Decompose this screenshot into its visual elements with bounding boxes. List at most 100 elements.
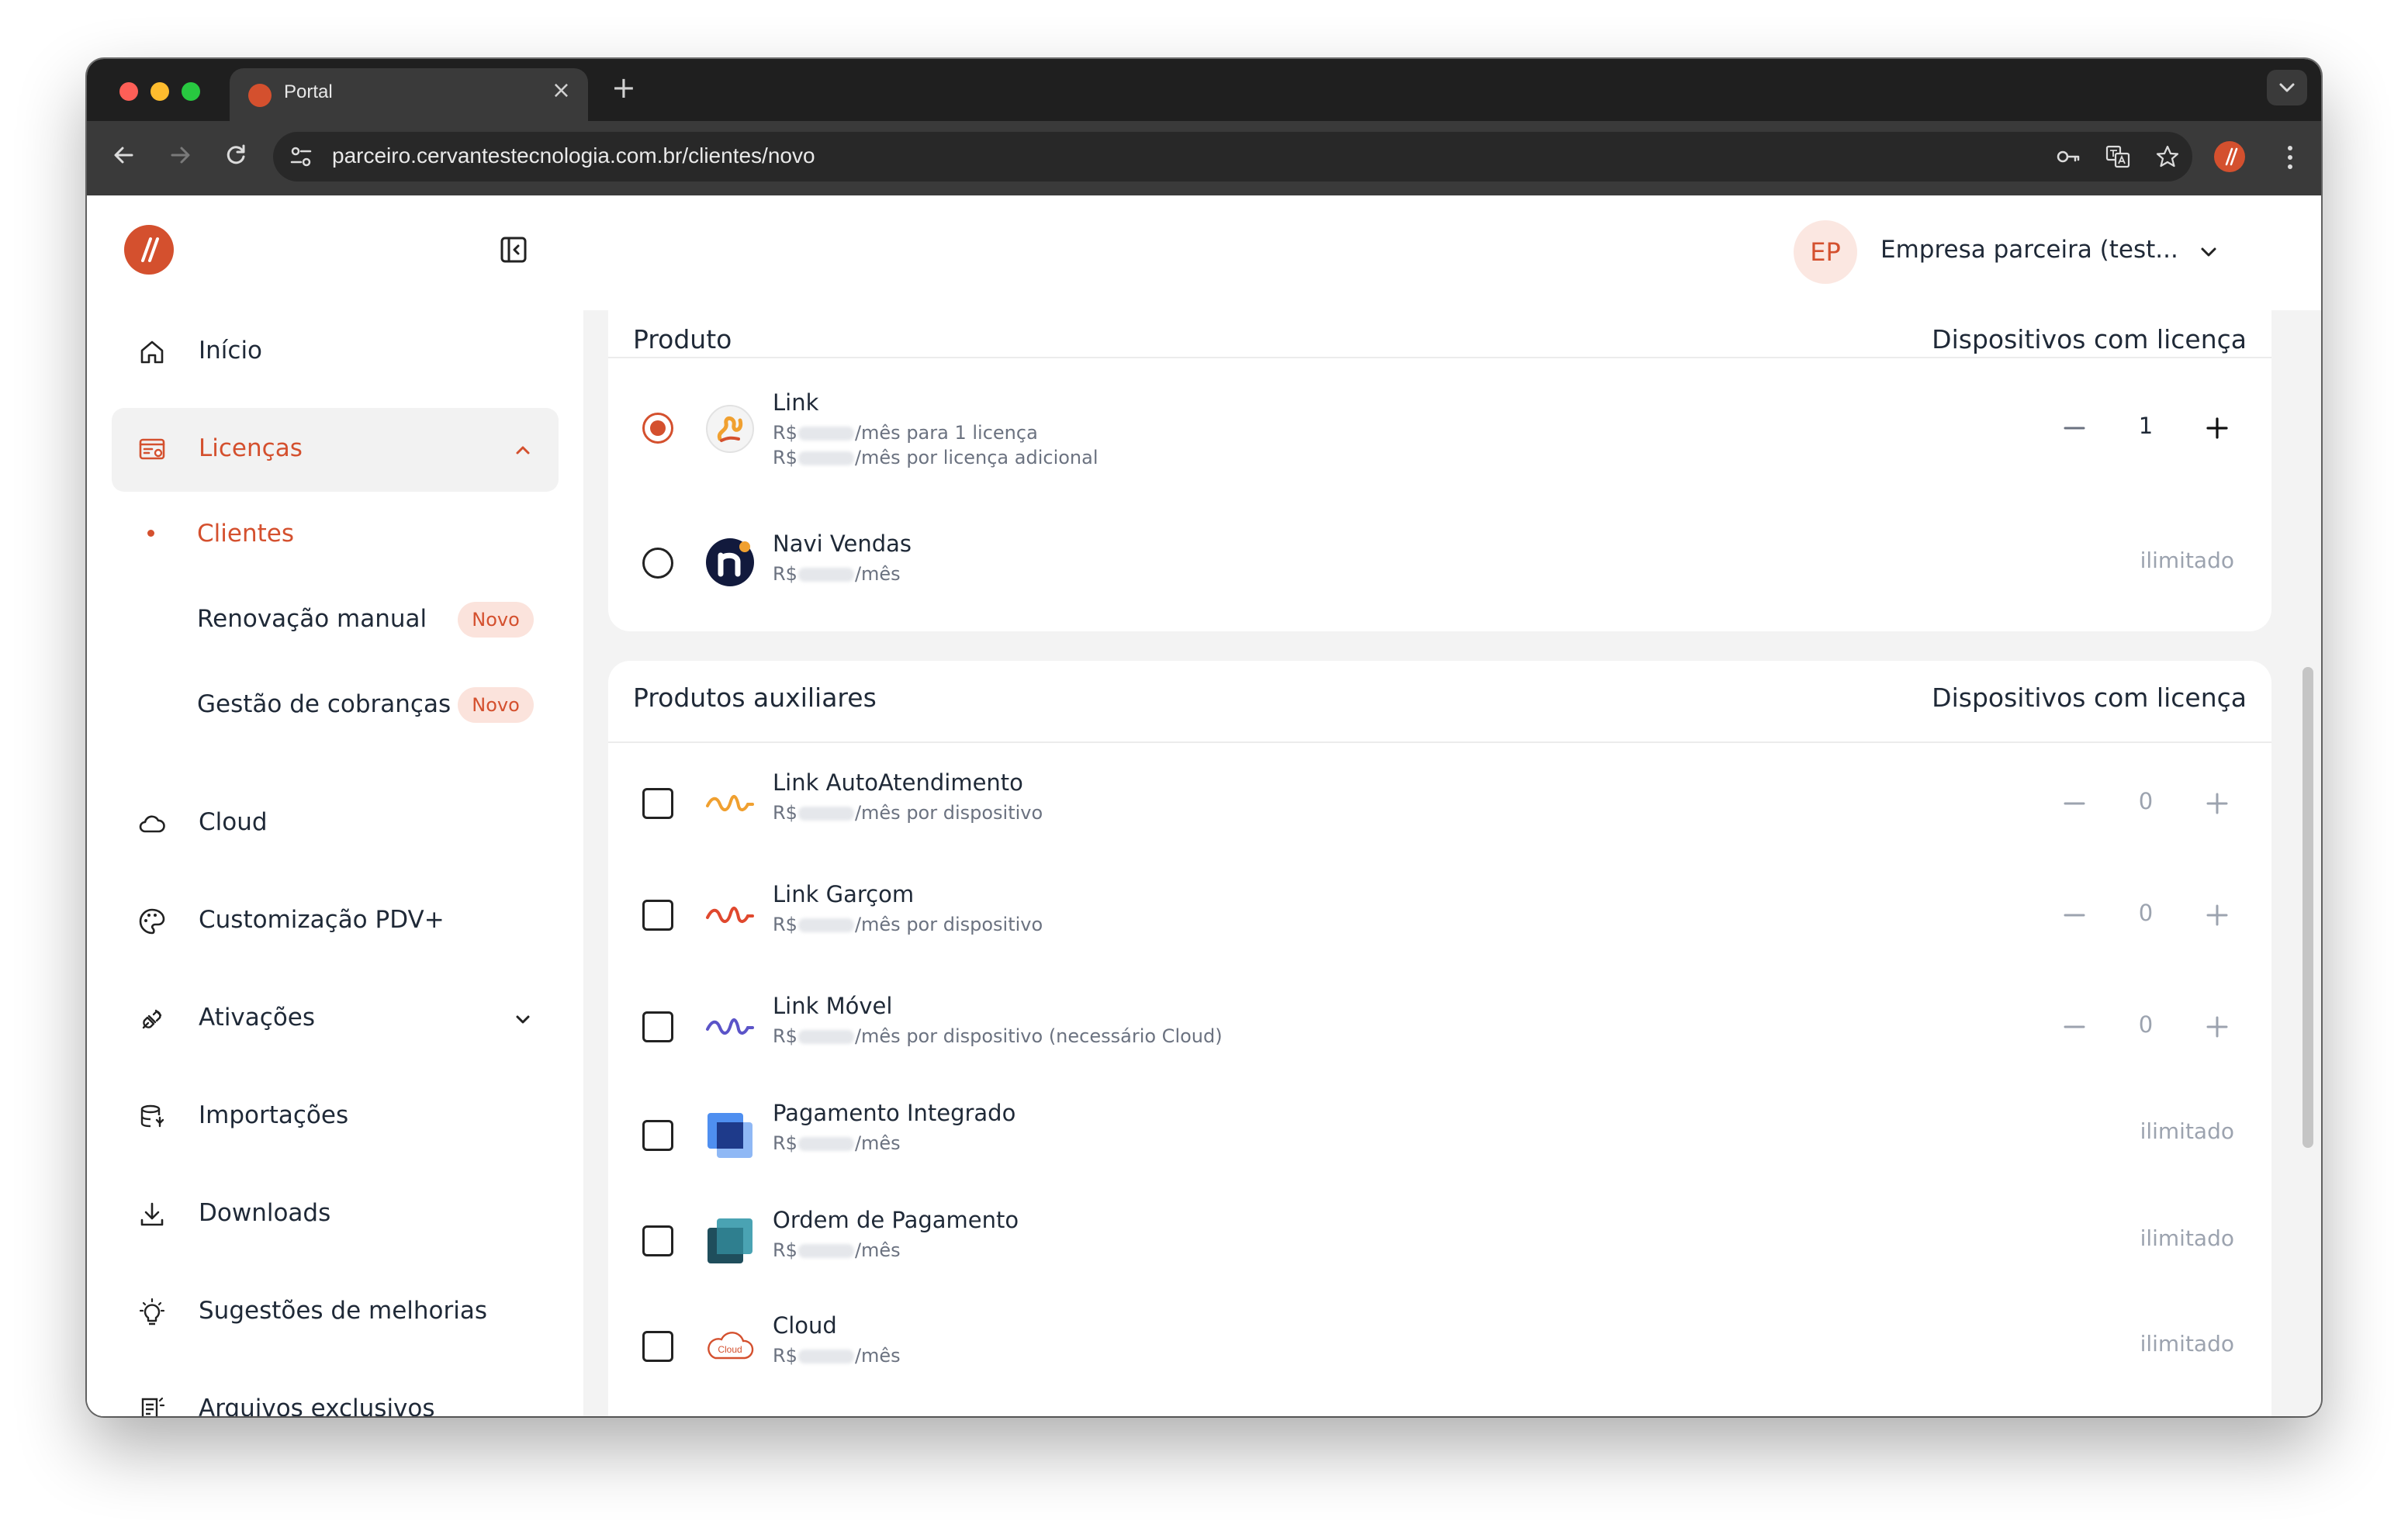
aux-checkbox[interactable] <box>642 1120 673 1151</box>
collapse-sidebar-icon[interactable] <box>498 234 529 265</box>
aux-checkbox[interactable] <box>642 900 673 931</box>
forward-arrow-icon[interactable] <box>163 138 197 172</box>
minimize-window-button[interactable] <box>150 82 169 101</box>
quantity-value: 1 <box>2138 413 2154 439</box>
aux-checkbox[interactable] <box>642 788 673 819</box>
minus-icon[interactable] <box>2060 790 2088 817</box>
sidebar-item-downloads[interactable]: Downloads <box>112 1173 559 1256</box>
link-garcom-logo-icon <box>706 906 754 923</box>
sidebar-item-label: Ativações <box>199 1004 316 1032</box>
browser-menu-icon[interactable] <box>2282 140 2298 175</box>
product-radio-navi-vendas[interactable] <box>642 548 673 579</box>
produto-card: Produto Dispositivos com licença Link R$… <box>608 310 2271 631</box>
sidebar-item-licencas[interactable]: Licenças <box>112 408 559 492</box>
currency-label: R$ <box>773 563 797 585</box>
ordem-pagamento-logo-icon <box>708 1218 752 1263</box>
column-header: Dispositivos com licença <box>1932 683 2247 713</box>
price-suffix: /mês por dispositivo <box>854 802 1043 824</box>
sidebar-subitem-clientes[interactable]: Clientes <box>87 495 583 572</box>
new-tab-button[interactable]: + <box>611 73 636 102</box>
palette-icon <box>139 908 165 935</box>
aux-row-link-autoatendimento[interactable]: Link AutoAtendimento R$ /mês por disposit… <box>608 745 2271 850</box>
aux-row-pagamento-integrado[interactable]: Pagamento Integrado R$ /mês ilimitado <box>608 1077 2271 1182</box>
sidebar-item-ativacoes[interactable]: Ativações <box>112 977 559 1061</box>
sidebar-item-arquivos[interactable]: Arquivos exclusivos <box>112 1368 559 1416</box>
currency-label: R$ <box>773 1025 797 1047</box>
key-icon[interactable] <box>2054 143 2082 171</box>
plus-icon[interactable] <box>2203 901 2231 929</box>
address-toolbar: parceiro.cervantestecnologia.com.br/clie… <box>87 121 2321 195</box>
price-suffix: /mês por dispositivo <box>854 914 1043 935</box>
chevron-up-icon <box>516 446 530 454</box>
chevron-down-icon[interactable] <box>2195 239 2222 265</box>
sidebar-subitem-label: Gestão de cobranças <box>197 690 452 718</box>
blurred-price <box>797 451 854 465</box>
close-window-button[interactable] <box>119 82 138 101</box>
blurred-price <box>797 1030 854 1044</box>
quantity-stepper: 0 <box>2060 780 2231 827</box>
sidebar-item-importacoes[interactable]: Importações <box>112 1075 559 1159</box>
aux-row-link-garcom[interactable]: Link Garçom R$ /mês por dispositivo 0 <box>608 856 2271 962</box>
sidebar-item-label: Customização PDV+ <box>199 906 445 934</box>
aux-checkbox[interactable] <box>642 1225 673 1256</box>
sidebar-item-label: Downloads <box>199 1199 331 1227</box>
avatar[interactable]: EP <box>1794 220 1857 284</box>
sidebar-item-label: Licenças <box>199 434 303 462</box>
site-info-icon[interactable] <box>287 143 315 171</box>
license-icon <box>139 438 165 460</box>
product-row-navi-vendas[interactable]: Navi Vendas R$ /mês ilimitado <box>608 498 2271 622</box>
tab-close-icon[interactable]: × <box>552 79 571 102</box>
cloud-logo-icon: Cloud <box>704 1321 756 1372</box>
tab-search-button[interactable] <box>2267 70 2307 105</box>
currency-label: R$ <box>773 1132 797 1154</box>
sidebar-subitem-gestao-cobrancas[interactable]: Gestão de cobranças Novo <box>87 665 583 743</box>
product-radio-link[interactable] <box>642 413 673 444</box>
price-suffix: /mês <box>854 1239 901 1261</box>
scrollbar[interactable] <box>2298 310 2318 1416</box>
aux-row-cloud[interactable]: Cloud Cloud R$ /mês ilimitado <box>608 1287 2271 1393</box>
maximize-window-button[interactable] <box>182 82 200 101</box>
sidebar-item-cloud[interactable]: Cloud <box>112 782 559 866</box>
home-icon <box>140 340 164 364</box>
extension-portal-icon[interactable] <box>2214 141 2245 172</box>
product-name: Link <box>773 389 819 416</box>
plus-icon[interactable] <box>2203 414 2231 442</box>
bookmark-star-icon[interactable] <box>2154 143 2181 171</box>
aux-row-link-movel[interactable]: Link Móvel R$ /mês por dispositivo (neces… <box>608 968 2271 1073</box>
plus-icon[interactable] <box>2203 1013 2231 1041</box>
logo[interactable] <box>124 225 174 275</box>
minus-icon[interactable] <box>2060 1013 2088 1041</box>
quantity-value: 0 <box>2138 788 2154 814</box>
aux-checkbox[interactable] <box>642 1331 673 1362</box>
tab-portal[interactable]: Portal × <box>230 68 588 121</box>
price-suffix: /mês por dispositivo (necessário Cloud) <box>854 1025 1223 1047</box>
aux-checkbox[interactable] <box>642 1011 673 1042</box>
portal-favicon-icon <box>248 84 272 107</box>
product-name: Cloud <box>773 1312 837 1339</box>
company-selector-label[interactable]: Empresa parceira (test... <box>1880 236 2178 264</box>
reload-icon[interactable] <box>219 138 253 172</box>
minus-icon[interactable] <box>2060 901 2088 929</box>
plug-icon <box>142 1009 162 1029</box>
sidebar-subitem-renovacao-manual[interactable]: Renovação manual Novo <box>87 580 583 658</box>
plus-icon[interactable] <box>2203 790 2231 817</box>
omnibox[interactable]: parceiro.cervantestecnologia.com.br/clie… <box>273 132 2192 181</box>
sidebar-item-sugestoes[interactable]: Sugestões de melhorias <box>112 1270 559 1354</box>
navi-logo-icon <box>706 538 754 586</box>
product-price: R$ /mês para 1 licença <box>773 422 1038 444</box>
currency-label: R$ <box>773 422 797 444</box>
card-title: Produtos auxiliares <box>633 683 877 713</box>
scrollbar-thumb[interactable] <box>2302 667 2313 1148</box>
blurred-price <box>797 427 854 441</box>
translate-icon[interactable] <box>2104 143 2132 171</box>
product-row-link[interactable]: Link R$ /mês para 1 licença R$ /mês por li… <box>608 363 2271 495</box>
sidebar-item-inicio[interactable]: Início <box>112 310 559 394</box>
logo-slashes-icon <box>141 237 159 262</box>
product-price: R$ /mês <box>773 1239 901 1261</box>
back-arrow-icon[interactable] <box>107 138 141 172</box>
aux-row-ordem-pagamento[interactable]: Ordem de Pagamento R$ /mês ilimitado <box>608 1182 2271 1287</box>
cloud-shape-icon: Cloud <box>708 1332 754 1360</box>
link-autoatendimento-logo-icon <box>706 794 754 811</box>
sidebar-item-customizacao[interactable]: Customização PDV+ <box>112 880 559 963</box>
minus-icon[interactable] <box>2060 414 2088 442</box>
